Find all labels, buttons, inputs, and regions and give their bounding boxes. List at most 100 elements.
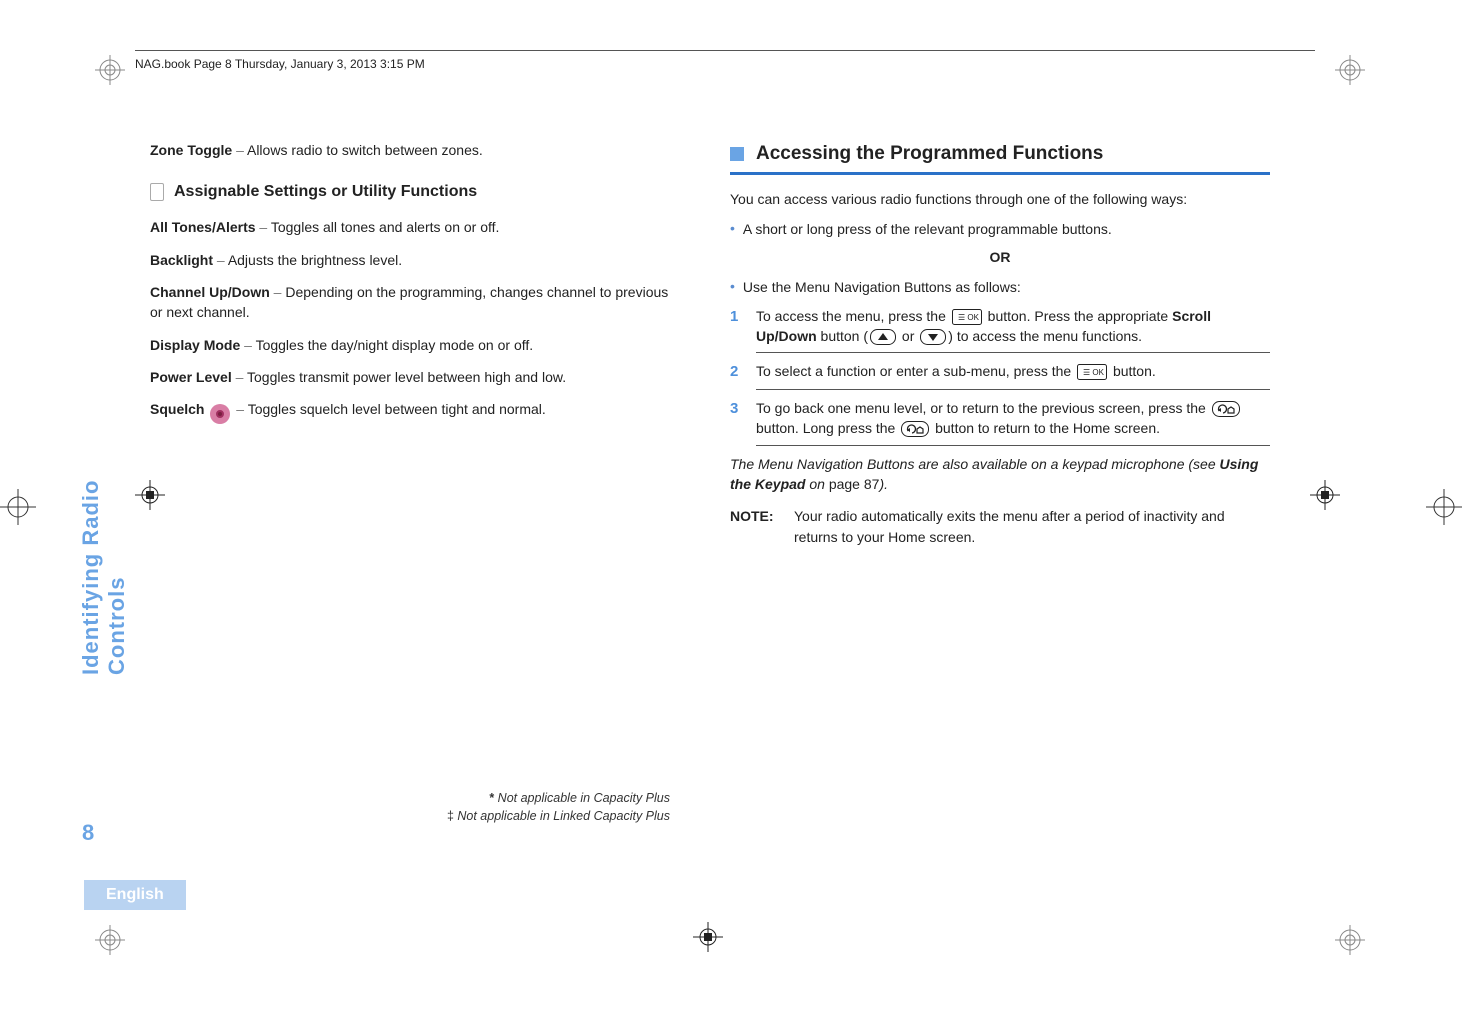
scroll-up-button-icon xyxy=(868,329,898,345)
dash: – xyxy=(256,219,271,235)
note-block: NOTE: Your radio automatically exits the… xyxy=(730,506,1270,547)
desc: Toggles transmit power level between hig… xyxy=(247,369,566,385)
text: To access the menu, press the xyxy=(756,308,950,324)
step-divider xyxy=(756,389,1270,390)
term: Display Mode xyxy=(150,337,240,353)
section-header: Accessing the Programmed Functions xyxy=(730,140,1270,168)
bullet-item: • Use the Menu Navigation Buttons as fol… xyxy=(730,277,1270,297)
registration-mark-left xyxy=(0,489,36,525)
dash: – xyxy=(236,401,247,417)
text: or xyxy=(898,328,918,344)
svg-text:☰ OK: ☰ OK xyxy=(1083,368,1105,377)
entry-backlight: Backlight – Adjusts the brightness level… xyxy=(150,250,670,270)
desc: Adjusts the brightness level. xyxy=(228,252,402,268)
back-home-button-icon xyxy=(899,421,931,437)
menu-ok-button-icon: ☰ OK xyxy=(950,309,984,325)
page: NAG.book Page 8 Thursday, January 3, 201… xyxy=(90,50,1370,960)
step-2: 2 To select a function or enter a sub-me… xyxy=(730,361,1270,383)
back-home-button-icon xyxy=(1210,401,1242,417)
step-1: 1 To access the menu, press the ☰ OK but… xyxy=(730,306,1270,347)
chapter-title-vertical: Identifying Radio Controls xyxy=(78,375,110,675)
text: button. Long press the xyxy=(756,420,899,436)
language-tab: English xyxy=(84,880,186,910)
intro-paragraph: You can access various radio functions t… xyxy=(730,189,1270,209)
footnote-text: Not applicable in Linked Capacity Plus xyxy=(454,809,670,823)
desc: Toggles all tones and alerts on or off. xyxy=(271,219,500,235)
footnotes: * Not applicable in Capacity Plus ‡ Not … xyxy=(150,790,670,825)
entry-power-level: Power Level – Toggles transmit power lev… xyxy=(150,367,670,387)
bullet-text: A short or long press of the relevant pr… xyxy=(743,219,1112,239)
left-column: Zone Toggle – Allows radio to switch bet… xyxy=(150,140,670,547)
text: To go back one menu level, or to return … xyxy=(756,400,1210,416)
entry-all-tones: All Tones/Alerts – Toggles all tones and… xyxy=(150,217,670,237)
term: All Tones/Alerts xyxy=(150,219,256,235)
step-3: 3 To go back one menu level, or to retur… xyxy=(730,398,1270,439)
right-column: Accessing the Programmed Functions You c… xyxy=(730,140,1270,547)
squelch-knob-icon xyxy=(210,404,230,424)
running-header-text: NAG.book Page 8 Thursday, January 3, 201… xyxy=(135,57,425,71)
term: Channel Up/Down xyxy=(150,284,270,300)
registration-mark-icon xyxy=(690,919,726,955)
bullet-dot-icon: • xyxy=(730,219,735,239)
subsection-header: Assignable Settings or Utility Functions xyxy=(150,180,670,203)
footnote-mark: ‡ xyxy=(447,809,454,823)
text: ) to access the menu functions. xyxy=(948,328,1142,344)
document-icon xyxy=(150,183,164,201)
note-body: Your radio automatically exits the menu … xyxy=(794,506,1270,547)
step-body: To select a function or enter a sub-menu… xyxy=(756,361,1270,383)
term: Squelch xyxy=(150,401,204,417)
crop-mark-icon xyxy=(95,55,125,85)
entry-channel-updown: Channel Up/Down – Depending on the progr… xyxy=(150,282,670,323)
text: on xyxy=(805,476,828,492)
dash: – xyxy=(232,369,247,385)
dash: – xyxy=(270,284,286,300)
text: button. xyxy=(1109,363,1156,379)
crop-mark-icon xyxy=(1335,55,1365,85)
term: Power Level xyxy=(150,369,232,385)
dash: – xyxy=(213,252,228,268)
term: Zone Toggle xyxy=(150,142,232,158)
dash: – xyxy=(232,142,247,158)
text: To select a function or enter a sub-menu… xyxy=(756,363,1075,379)
text: The Menu Navigation Buttons are also ava… xyxy=(730,456,1220,472)
text: ). xyxy=(879,476,888,492)
step-divider xyxy=(756,352,1270,353)
registration-mark-icon xyxy=(1310,480,1340,513)
or-separator: OR xyxy=(730,247,1270,267)
desc: Toggles the day/night display mode on or… xyxy=(256,337,534,353)
scroll-down-button-icon xyxy=(918,329,948,345)
step-number: 1 xyxy=(730,306,744,347)
entry-display-mode: Display Mode – Toggles the day/night dis… xyxy=(150,335,670,355)
page-ref: page 87 xyxy=(829,476,880,492)
svg-text:☰ OK: ☰ OK xyxy=(958,313,980,322)
desc: Toggles squelch level between tight and … xyxy=(248,401,546,417)
dash: – xyxy=(240,337,255,353)
desc: Allows radio to switch between zones. xyxy=(247,142,483,158)
subsection-title: Assignable Settings or Utility Functions xyxy=(174,180,477,203)
footnote-1: * Not applicable in Capacity Plus xyxy=(150,790,670,808)
step-number: 3 xyxy=(730,398,744,439)
section-rule xyxy=(730,172,1270,175)
entry-zone-toggle: Zone Toggle – Allows radio to switch bet… xyxy=(150,140,670,160)
bullet-item: • A short or long press of the relevant … xyxy=(730,219,1270,239)
text: button ( xyxy=(817,328,868,344)
note-label: NOTE: xyxy=(730,506,784,547)
step-number: 2 xyxy=(730,361,744,383)
crop-mark-icon xyxy=(95,925,125,955)
entry-squelch: Squelch – Toggles squelch level between … xyxy=(150,399,670,424)
page-number: 8 xyxy=(82,820,94,846)
section-bullet-icon xyxy=(730,147,744,161)
registration-mark-right xyxy=(1426,489,1462,525)
step-body: To access the menu, press the ☰ OK butto… xyxy=(756,306,1270,347)
footnote-text: Not applicable in Capacity Plus xyxy=(494,791,670,805)
term: Backlight xyxy=(150,252,213,268)
step-body: To go back one menu level, or to return … xyxy=(756,398,1270,439)
menu-navigation-note: The Menu Navigation Buttons are also ava… xyxy=(730,454,1270,495)
text: button. Press the appropriate xyxy=(984,308,1172,324)
bullet-text: Use the Menu Navigation Buttons as follo… xyxy=(743,277,1021,297)
content-columns: Zone Toggle – Allows radio to switch bet… xyxy=(150,140,1310,547)
bullet-dot-icon: • xyxy=(730,277,735,297)
footnote-2: ‡ Not applicable in Linked Capacity Plus xyxy=(150,808,670,826)
running-header: NAG.book Page 8 Thursday, January 3, 201… xyxy=(135,50,1315,71)
section-title: Accessing the Programmed Functions xyxy=(756,140,1103,168)
